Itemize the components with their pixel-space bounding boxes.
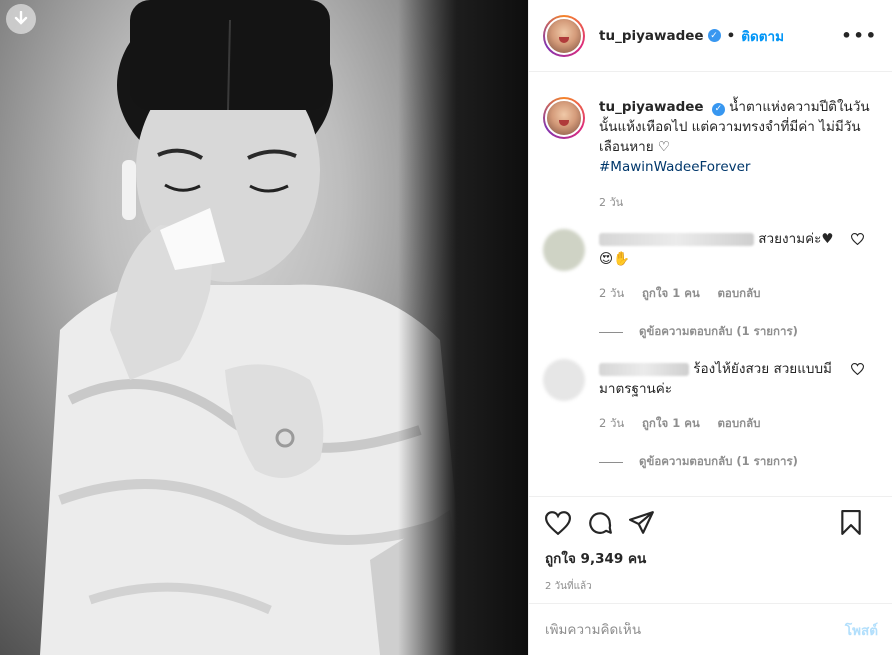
caption-avatar[interactable]	[543, 97, 585, 139]
header-username[interactable]: tu_piyawadee	[599, 28, 704, 44]
header-user: tu_piyawadee ✓ • ติดตาม	[599, 25, 784, 47]
avatar[interactable]	[543, 14, 585, 57]
bookmark-icon[interactable]	[840, 510, 862, 536]
download-button[interactable]	[6, 4, 36, 34]
caption: tu_piyawadee ✓ น้ำตาแห่งความปีติในวันนั้…	[543, 97, 878, 177]
comment-like-icon[interactable]	[851, 363, 864, 375]
comment-time: 2 วัน	[599, 416, 625, 430]
commenter-name-blurred[interactable]	[599, 362, 689, 376]
comment-item: สวยงามค่ะ♥😍✋	[543, 229, 878, 271]
more-icon[interactable]: •••	[841, 26, 878, 45]
heart-icon[interactable]	[545, 511, 571, 535]
likes-count[interactable]: ถูกใจ 9,349 คน	[545, 547, 878, 569]
comment-likes[interactable]: ถูกใจ 1 คน	[642, 416, 700, 430]
post-actions: ถูกใจ 9,349 คน 2 วันที่แล้ว	[529, 496, 892, 594]
view-replies-button[interactable]: ดูข้อความตอบกลับ (1 รายการ)	[599, 323, 878, 341]
comment-time: 2 วัน	[599, 286, 625, 300]
comment-likes[interactable]: ถูกใจ 1 คน	[642, 286, 700, 300]
share-icon[interactable]	[629, 511, 655, 535]
comment-meta: 2 วัน ถูกใจ 1 คน ตอบกลับ	[599, 285, 878, 303]
post-button[interactable]: โพสต์	[845, 619, 878, 641]
replies-line	[599, 331, 623, 333]
verified-icon: ✓	[711, 102, 725, 116]
commenter-avatar[interactable]	[543, 229, 585, 271]
action-icons	[545, 509, 878, 537]
add-comment-bar: โพสต์	[529, 603, 892, 655]
comment-like-icon[interactable]	[851, 233, 864, 245]
reply-button[interactable]: ตอบกลับ	[717, 416, 760, 430]
view-replies-button[interactable]: ดูข้อความตอบกลับ (1 รายการ)	[599, 453, 878, 471]
instagram-post-modal: tu_piyawadee ✓ • ติดตาม ••• tu_piyawadee…	[0, 0, 892, 655]
commenter-name-blurred[interactable]	[599, 232, 754, 246]
post-age[interactable]: 2 วันที่แล้ว	[545, 579, 878, 594]
post-side-panel: tu_piyawadee ✓ • ติดตาม ••• tu_piyawadee…	[528, 0, 892, 655]
caption-time: 2 วัน	[599, 196, 624, 209]
caption-username[interactable]: tu_piyawadee	[599, 99, 704, 115]
comment-input[interactable]	[545, 621, 845, 638]
comments-feed[interactable]: tu_piyawadee ✓ น้ำตาแห่งความปีติในวันนั้…	[529, 73, 892, 495]
view-replies-label: ดูข้อความตอบกลับ (1 รายการ)	[639, 324, 798, 338]
comment-meta: 2 วัน ถูกใจ 1 คน ตอบกลับ	[599, 415, 878, 433]
comment-icon[interactable]	[587, 510, 613, 536]
comment-body: ร้องไห้ยังสวย สวยแบบมีมาตรฐานค่ะ	[599, 359, 835, 401]
replies-line	[599, 461, 623, 463]
download-icon	[14, 11, 28, 25]
photo-shadow	[398, 0, 528, 655]
separator-dot: •	[726, 27, 736, 44]
caption-hashtag[interactable]: #MawinWadeeForever	[599, 159, 750, 175]
comment-item: ร้องไห้ยังสวย สวยแบบมีมาตรฐานค่ะ	[543, 359, 878, 401]
view-replies-label: ดูข้อความตอบกลับ (1 รายการ)	[639, 454, 798, 468]
reply-button[interactable]: ตอบกลับ	[717, 286, 760, 300]
post-header: tu_piyawadee ✓ • ติดตาม •••	[529, 0, 892, 72]
commenter-avatar[interactable]	[543, 359, 585, 401]
comment-body: สวยงามค่ะ♥😍✋	[599, 229, 835, 271]
post-photo[interactable]	[0, 0, 528, 655]
follow-button[interactable]: ติดตาม	[741, 25, 784, 47]
verified-icon: ✓	[707, 29, 721, 42]
caption-text-block: tu_piyawadee ✓ น้ำตาแห่งความปีติในวันนั้…	[599, 97, 878, 177]
